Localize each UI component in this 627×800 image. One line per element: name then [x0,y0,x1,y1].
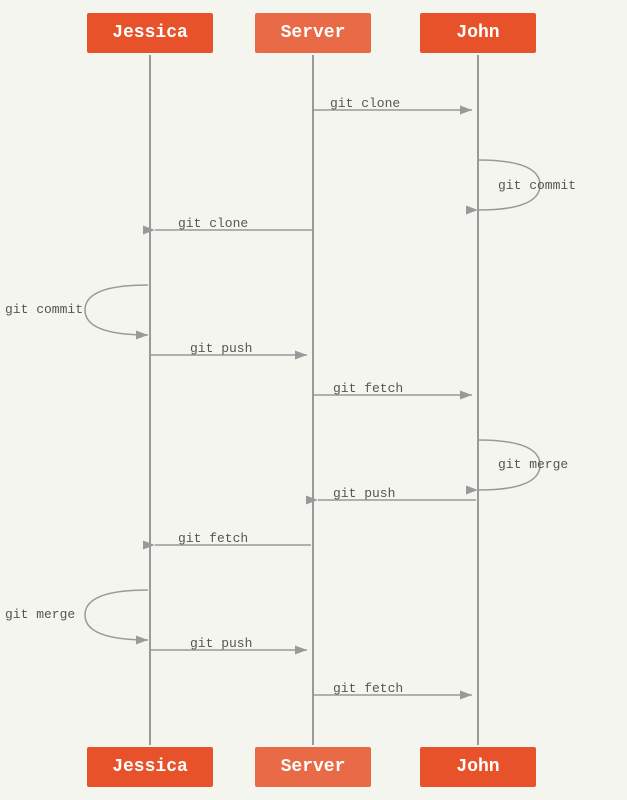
lifeline-jessica [149,55,151,745]
lifeline-john [477,55,479,745]
label-a11: git push [190,636,252,651]
actor-jessica-bottom: Jessica [87,747,213,787]
actor-server-top: Server [255,13,371,53]
actor-server-bottom: Server [255,747,371,787]
label-a6: git fetch [333,381,403,396]
diagram-container: Jessica Server John Jessica Server John [0,0,627,800]
label-a9: git fetch [178,531,248,546]
actor-john-bottom: John [420,747,536,787]
label-a2: git commit [498,178,576,193]
label-a5: git push [190,341,252,356]
label-a10: git merge [5,607,75,622]
label-a7: git merge [498,457,568,472]
label-a4: git commit [5,302,83,317]
actor-jessica-top: Jessica [87,13,213,53]
lifeline-server [312,55,314,745]
label-a8: git push [333,486,395,501]
label-a3: git clone [178,216,248,231]
label-a1: git clone [330,96,400,111]
label-a12: git fetch [333,681,403,696]
actor-john-top: John [420,13,536,53]
